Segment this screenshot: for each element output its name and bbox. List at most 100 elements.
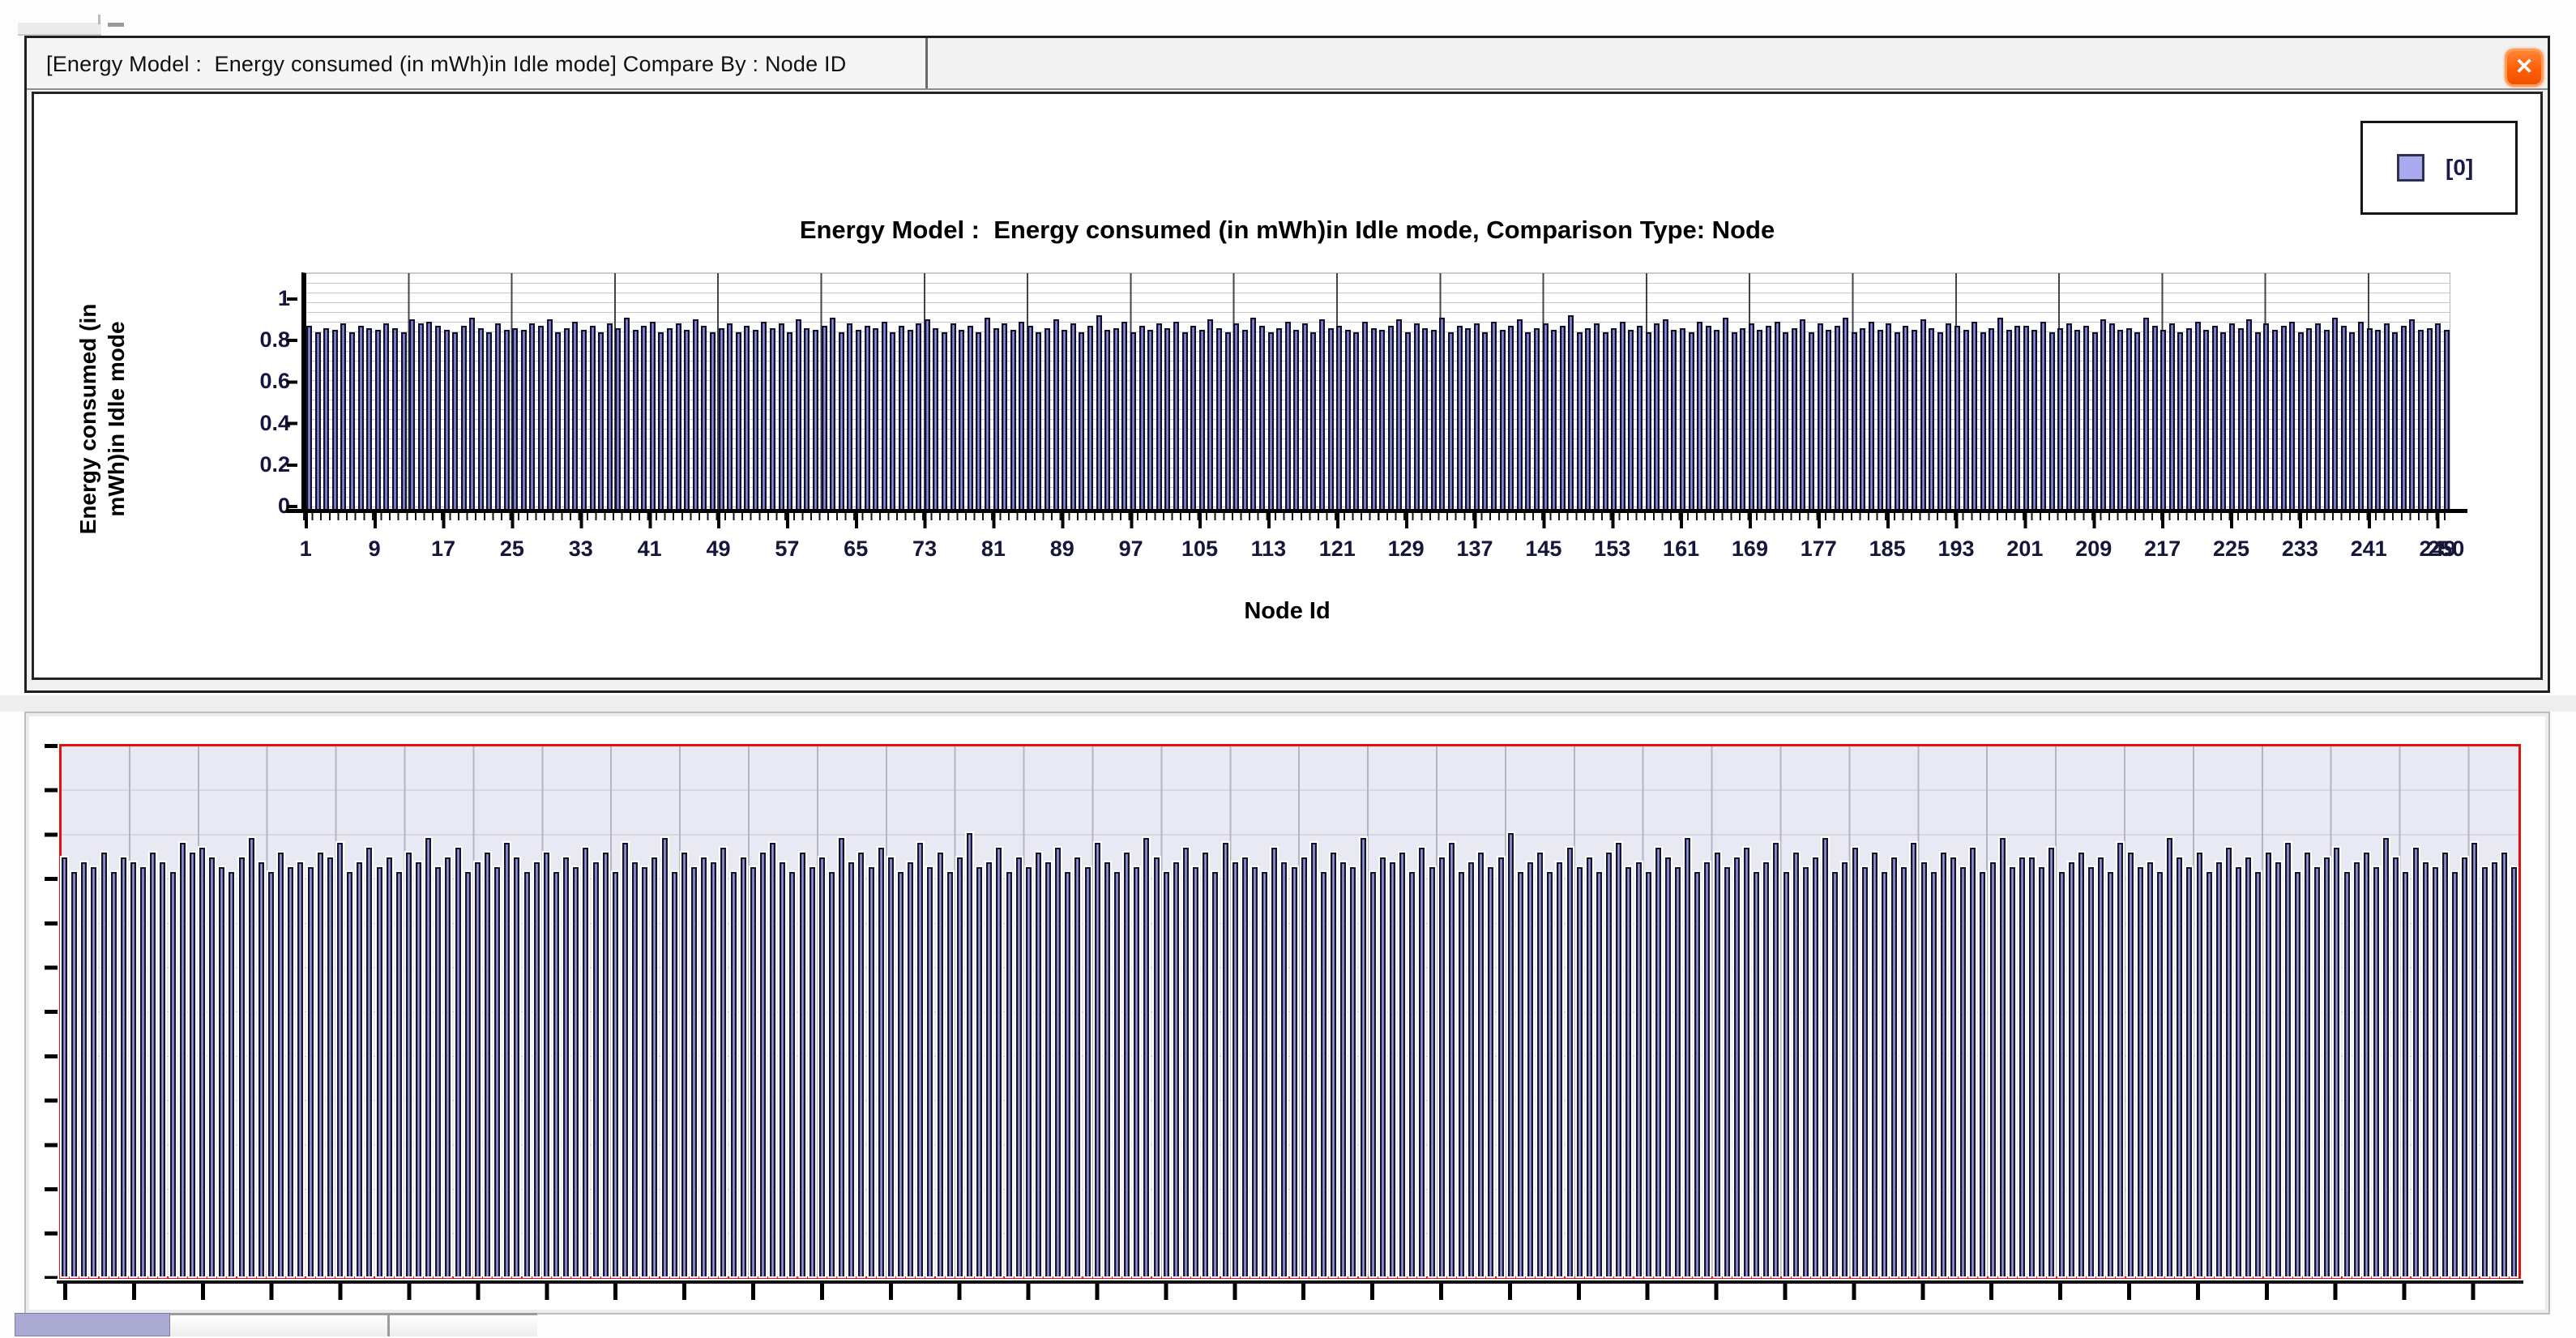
overview-bar: [2177, 857, 2183, 1276]
bar: [434, 325, 441, 509]
x-tick-label: 161: [1663, 536, 1700, 561]
bar: [1053, 319, 1059, 509]
x-tick-label: 153: [1594, 536, 1631, 561]
bar: [1405, 331, 1411, 509]
bar: [1010, 330, 1016, 509]
overview-bar: [1970, 847, 1976, 1276]
bar: [1241, 330, 1248, 509]
scrollbar-thumb[interactable]: [15, 1313, 170, 1336]
overview-bar: [1203, 852, 1209, 1276]
overview-bar: [1783, 871, 1789, 1276]
overview-bar: [2245, 857, 2252, 1276]
bar: [1233, 323, 1240, 509]
bar: [1396, 319, 1403, 509]
bar: [1344, 330, 1351, 509]
bar: [2031, 330, 2038, 509]
bar: [1688, 331, 1694, 509]
overview-bar: [1547, 871, 1553, 1276]
overview-plot-area[interactable]: [59, 744, 2521, 1279]
overview-bar: [720, 847, 727, 1276]
top-plot-area[interactable]: [301, 272, 2450, 509]
overview-bar: [818, 857, 825, 1276]
bar: [2194, 321, 2201, 509]
overview-bar: [1281, 861, 1288, 1276]
bar: [881, 321, 887, 509]
overview-bar: [169, 871, 176, 1276]
overview-bar: [681, 852, 687, 1276]
overview-bar: [1331, 852, 1337, 1276]
bar: [718, 327, 724, 509]
bar: [2314, 323, 2321, 509]
bar: [1662, 319, 1668, 509]
bar: [2125, 327, 2132, 509]
overview-bar: [789, 871, 796, 1276]
overview-bar: [2019, 857, 2025, 1276]
bar: [598, 331, 604, 509]
bar: [2023, 325, 2029, 509]
overview-bar: [1369, 871, 1376, 1276]
overview-bar: [1193, 866, 1199, 1276]
bar: [2400, 325, 2407, 509]
bar: [1036, 331, 1042, 509]
overview-bar: [1616, 842, 1622, 1276]
bar: [1147, 330, 1154, 509]
overview-bar: [395, 871, 402, 1276]
bar: [1087, 325, 1094, 509]
bar: [2271, 330, 2278, 509]
bar: [589, 325, 596, 509]
overview-bar: [278, 852, 284, 1276]
overview-bar: [327, 857, 333, 1276]
bar: [306, 325, 312, 509]
bar: [1327, 327, 1334, 509]
bar: [1628, 330, 1634, 509]
bar: [1490, 321, 1497, 509]
bar: [795, 319, 801, 509]
overview-bar: [474, 861, 481, 1276]
bar: [555, 331, 562, 509]
overview-bar: [2343, 871, 2350, 1276]
legend-swatch: [2397, 154, 2424, 182]
overview-bar: [2048, 847, 2055, 1276]
bar: [2426, 327, 2433, 509]
overview-bar: [2363, 852, 2369, 1276]
overview-bar: [986, 861, 993, 1276]
overview-bar: [1006, 871, 1012, 1276]
bar: [1370, 327, 1377, 509]
overview-bar: [62, 857, 67, 1276]
bar: [2340, 325, 2347, 509]
bar: [1258, 325, 1265, 509]
bar: [2083, 325, 2089, 509]
bar: [838, 331, 844, 509]
bar: [1654, 323, 1660, 509]
bar: [735, 331, 741, 509]
overview-bar: [1094, 842, 1100, 1276]
overview-bar: [828, 871, 835, 1276]
scrollbar-track[interactable]: [170, 1313, 537, 1336]
bar: [357, 325, 364, 509]
bar: [1019, 321, 1025, 509]
overview-bar: [946, 871, 953, 1276]
bar: [615, 327, 622, 509]
overview-bar: [376, 866, 382, 1276]
overview-bar: [336, 842, 343, 1276]
bar: [1456, 325, 1463, 509]
bar: [941, 331, 947, 509]
bar: [658, 331, 664, 509]
bar: [2048, 331, 2055, 509]
overview-bar: [1124, 852, 1130, 1276]
bar: [1997, 317, 2003, 509]
chart-tab[interactable]: [Energy Model : Energy consumed (in mWh)…: [27, 38, 928, 90]
close-button[interactable]: ✕: [2505, 49, 2544, 87]
overview-bar: [1763, 861, 1770, 1276]
x-tick-label: 233: [2281, 536, 2318, 561]
overview-bar: [730, 871, 737, 1276]
overview-bar: [347, 871, 353, 1276]
bar: [1379, 330, 1386, 509]
overview-bar: [1183, 847, 1190, 1276]
overview-bar: [1252, 866, 1258, 1276]
bar: [581, 330, 587, 509]
bar: [1301, 323, 1308, 509]
bar: [1070, 323, 1076, 509]
overview-bar: [2324, 857, 2330, 1276]
overview-bar: [2117, 842, 2124, 1276]
